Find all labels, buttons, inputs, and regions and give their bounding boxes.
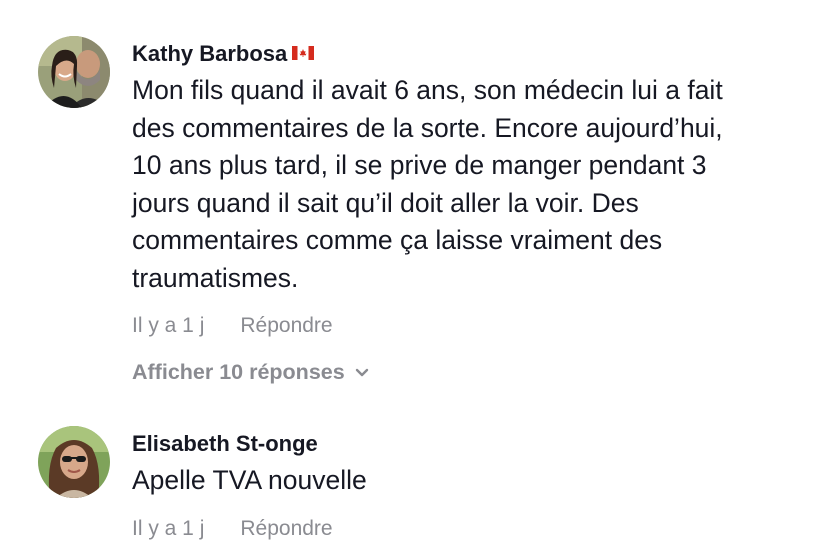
avatar[interactable] (38, 36, 110, 108)
reply-button[interactable]: Répondre (240, 514, 332, 544)
comment-timestamp: Il y a 1 j (132, 516, 205, 540)
comment-body: Elisabeth St-onge Apelle TVA nouvelle Il… (132, 430, 800, 544)
view-replies-button[interactable]: Afficher 10 réponses (132, 357, 800, 387)
comment-text: Mon fils quand il avait 6 ans, son médec… (132, 75, 723, 293)
comment-author[interactable]: Elisabeth St-onge (132, 430, 800, 458)
comment-meta: Il y a 1 j Répondre (132, 514, 800, 544)
avatar-photo (38, 36, 110, 108)
chevron-down-icon (355, 368, 368, 377)
reply-button[interactable]: Répondre (240, 311, 332, 341)
author-name: Elisabeth St-onge (132, 431, 318, 456)
comment-body: Kathy Barbosa Mon fils quand il avait 6 … (132, 40, 800, 387)
comment-author[interactable]: Kathy Barbosa (132, 40, 800, 68)
canada-flag-icon (292, 46, 315, 60)
avatar-photo (38, 426, 110, 498)
comment-meta: Il y a 1 j Répondre (132, 311, 800, 341)
comment-timestamp: Il y a 1 j (132, 314, 205, 337)
view-replies-label: Afficher 10 réponses (132, 360, 345, 384)
comment-text: Apelle TVA nouvelle (132, 465, 367, 495)
author-name: Kathy Barbosa (132, 41, 288, 66)
avatar[interactable] (38, 426, 110, 498)
